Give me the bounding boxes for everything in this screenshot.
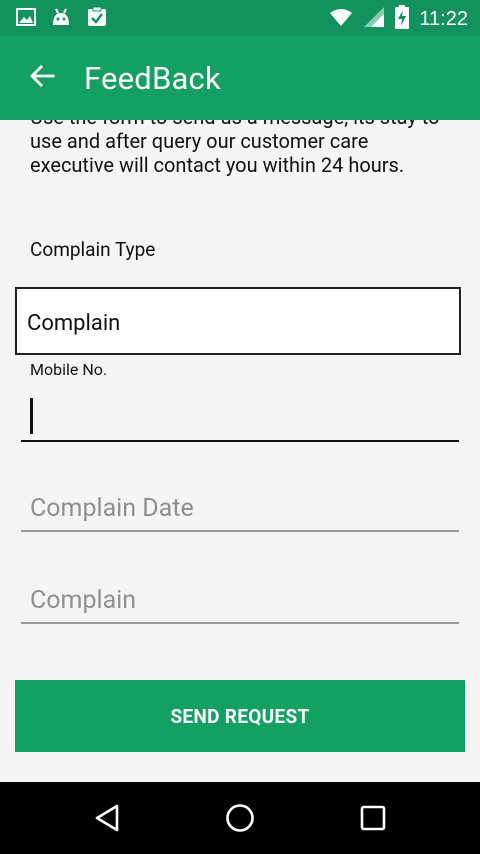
back-button[interactable] xyxy=(26,62,58,94)
clipboard-check-icon xyxy=(86,6,108,32)
complain-type-dropdown[interactable]: Complain xyxy=(15,287,461,355)
intro-text: Use the form to send us a message, its s… xyxy=(30,120,440,177)
nav-home-button[interactable] xyxy=(224,802,256,834)
status-right-icons: 11:22 xyxy=(329,5,468,33)
feedback-form: Use the form to send us a message, its s… xyxy=(0,120,480,782)
recents-square-icon xyxy=(357,805,389,838)
android-icon xyxy=(50,7,72,31)
status-time: 11:22 xyxy=(419,7,468,30)
image-icon xyxy=(16,7,36,31)
app-bar: FeedBack xyxy=(0,36,480,120)
home-circle-icon xyxy=(224,804,256,838)
nav-back-button[interactable] xyxy=(91,802,123,834)
mobile-label: Mobile No. xyxy=(30,360,108,379)
signal-icon xyxy=(363,6,385,32)
complain-type-label: Complain Type xyxy=(30,238,156,261)
page-title: FeedBack xyxy=(84,60,221,97)
complain-type-value: Complain xyxy=(27,311,121,336)
complain-field[interactable]: Complain xyxy=(21,578,459,624)
status-left-icons xyxy=(16,6,108,32)
complain-placeholder: Complain xyxy=(30,586,137,615)
nav-recents-button[interactable] xyxy=(357,802,389,834)
battery-charging-icon xyxy=(395,5,410,33)
back-triangle-icon xyxy=(91,804,123,838)
mobile-field[interactable] xyxy=(21,396,459,442)
send-request-button[interactable]: SEND REQUEST xyxy=(15,680,465,752)
complain-date-field[interactable]: Complain Date xyxy=(21,486,459,532)
arrow-left-icon xyxy=(29,64,55,92)
wifi-icon xyxy=(329,7,353,31)
complain-date-placeholder: Complain Date xyxy=(30,494,194,523)
status-bar: 11:22 xyxy=(0,0,480,36)
navigation-bar xyxy=(0,782,480,854)
text-cursor xyxy=(30,398,33,434)
